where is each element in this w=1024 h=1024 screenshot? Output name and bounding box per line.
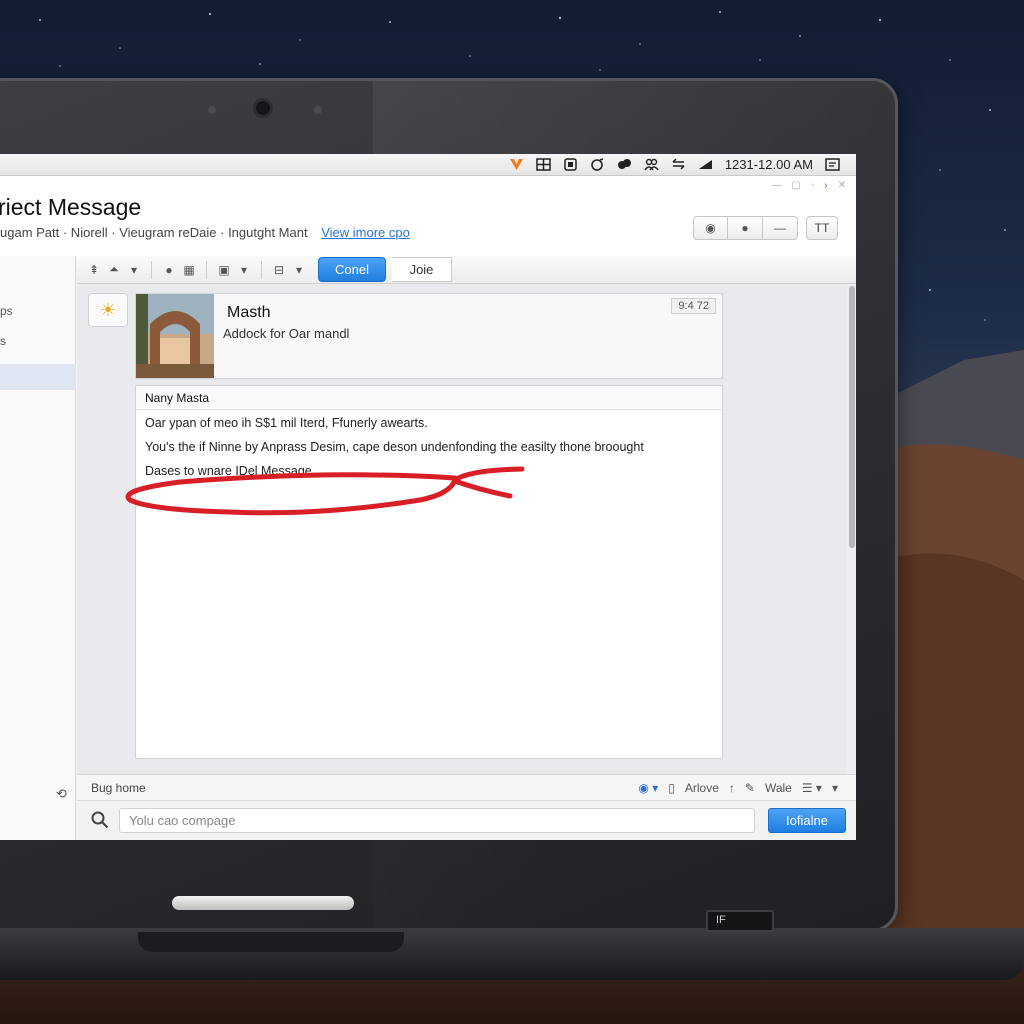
action-bar-tools: ◉ ▾ ▯ Arlove ↑ ✎ Wale ☰ ▾ ▾: [638, 781, 838, 795]
maximize-icon[interactable]: ▢: [791, 180, 800, 191]
sidebar-item[interactable]: ps: [0, 304, 13, 318]
calendar-icon[interactable]: ▦: [182, 263, 196, 277]
desert-mountain: [884, 350, 1024, 1024]
toolbar-divider: [206, 260, 207, 279]
view-more-link[interactable]: View imore cpo: [321, 225, 410, 240]
secondary-button[interactable]: Joie: [392, 257, 452, 282]
contact-photo: [136, 294, 214, 378]
toolbar-divider: [151, 260, 152, 279]
chevron-down-icon[interactable]: ▾: [237, 263, 251, 277]
wifi-icon[interactable]: [590, 158, 605, 171]
contact-description: Addock for Oar mandl: [223, 326, 350, 341]
fullscreen-icon[interactable]: ◦: [811, 180, 815, 191]
people-icon[interactable]: [644, 158, 659, 171]
menu-bar: 1231-12.00 AM: [0, 154, 856, 176]
close-icon[interactable]: ✕: [838, 180, 846, 191]
archive-label[interactable]: Arlove: [685, 781, 719, 795]
message-line: Oar ypan of meo ih S$1 mil Iterd, Ffuner…: [145, 416, 428, 430]
apple-icon[interactable]: ●: [162, 263, 176, 277]
help-button[interactable]: ◉: [693, 216, 728, 240]
sidebar-item[interactable]: s: [0, 334, 6, 348]
message-line: Dases to wnare IDel Message: [145, 464, 312, 478]
refresh-icon[interactable]: ⟲: [56, 786, 67, 802]
compose-input[interactable]: [119, 808, 755, 833]
vivaldi-icon[interactable]: [509, 158, 524, 171]
bluetooth-icon[interactable]: [563, 158, 578, 171]
users-icon[interactable]: ⏶: [107, 262, 121, 277]
dropbox-icon[interactable]: [617, 158, 632, 171]
archive-icon[interactable]: ▯: [668, 781, 675, 795]
send-button[interactable]: Iofialne: [768, 808, 846, 833]
write-label[interactable]: Wale: [765, 781, 792, 795]
message-body: Nany Masta Oar ypan of meo ih S$1 mil It…: [135, 385, 723, 759]
forward-icon[interactable]: ›: [824, 180, 827, 191]
list-icon[interactable]: ☰ ▾: [802, 781, 822, 795]
phone-icon[interactable]: ▣: [217, 263, 231, 277]
toolbar: ⇞ ⏶ ▾ ● ▦ ▣ ▾ ⊟ ▾ Conel Joie: [77, 256, 856, 284]
home-link[interactable]: Bug home: [91, 781, 146, 795]
pen-icon[interactable]: ✎: [745, 781, 755, 795]
action-bar: Bug home ◉ ▾ ▯ Arlove ↑ ✎ Wale ☰ ▾ ▾: [77, 774, 856, 800]
header-button-group: ◉ ● —: [693, 216, 798, 240]
contact-name: Masth: [227, 304, 271, 321]
settings-button[interactable]: ●: [728, 216, 763, 240]
contact-card[interactable]: Masth Addock for Oar mandl 9:4 72: [135, 293, 723, 379]
page-title: riect Message: [0, 194, 142, 220]
scrollbar-thumb[interactable]: [849, 286, 855, 548]
primary-button[interactable]: Conel: [318, 257, 386, 282]
laptop-port: IF: [706, 910, 774, 932]
sun-icon: ☀: [99, 299, 117, 320]
notification-icon[interactable]: [825, 158, 840, 171]
touch-strip: [172, 896, 354, 910]
laptop-hinge-notch: [138, 932, 404, 952]
window-controls: — ▢ ◦ › ✕: [771, 180, 846, 191]
text-format-button[interactable]: TT: [806, 216, 838, 240]
conversation-pane: ☀ Masth Addock for Oar mandl 9:4 72 Nany…: [77, 284, 847, 774]
upload-icon[interactable]: ↑: [729, 781, 735, 795]
display-icon[interactable]: [698, 158, 713, 171]
breadcrumb: ugam Patt · Niorell · Vieugram reDaie · …: [0, 225, 410, 240]
chevron-down-icon[interactable]: ▾: [127, 263, 141, 277]
app-screen: 1231-12.00 AM — ▢ ◦ › ✕ riect Message ug…: [0, 154, 856, 840]
attach-icon[interactable]: ⊟: [272, 263, 286, 277]
message-line: You's the if Ninne by Anprass Desim, cap…: [145, 440, 644, 454]
help-icon: ◉: [705, 221, 716, 235]
breadcrumb-text: ugam Patt · Niorell · Vieugram reDaie · …: [0, 225, 308, 240]
more-icon: —: [774, 221, 786, 235]
chevron-down-icon[interactable]: ▾: [292, 263, 306, 277]
sidebar: ps s ⟲: [0, 256, 76, 840]
grid-icon[interactable]: [536, 158, 551, 171]
weather-button[interactable]: ☀: [88, 293, 128, 327]
more-button[interactable]: —: [763, 216, 798, 240]
sidebar-item-selected[interactable]: [0, 364, 76, 390]
settings-icon: ●: [741, 221, 749, 235]
move-icon[interactable]: ⇞: [87, 263, 101, 277]
search-icon[interactable]: [91, 811, 109, 829]
card-timestamp: 9:4 72: [671, 298, 716, 314]
chevron-down-icon[interactable]: ▾: [832, 781, 838, 795]
sensor-dot: [314, 106, 322, 114]
emoji-icon[interactable]: ◉ ▾: [638, 781, 658, 795]
compose-bar: Iofialne: [77, 800, 856, 840]
menubar-clock[interactable]: 1231-12.00 AM: [725, 157, 813, 172]
webcam: [253, 98, 273, 118]
toolbar-divider: [261, 260, 262, 279]
sensor-dot: [208, 106, 216, 114]
app-header: — ▢ ◦ › ✕ riect Message ugam Patt · Nior…: [0, 176, 856, 256]
airplay-icon[interactable]: [671, 158, 686, 171]
message-sender: Nany Masta: [136, 386, 722, 410]
minimize-icon[interactable]: —: [771, 180, 781, 191]
